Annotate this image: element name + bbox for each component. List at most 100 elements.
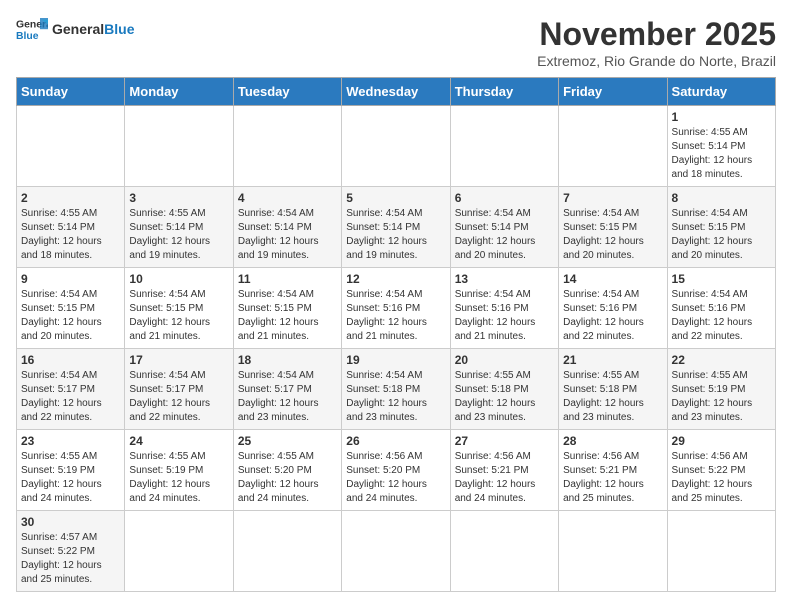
day-info: Sunrise: 4:54 AM Sunset: 5:15 PM Dayligh… [21, 288, 120, 344]
calendar-cell: 23Sunrise: 4:55 AM Sunset: 5:19 PM Dayli… [17, 430, 125, 511]
day-number: 23 [21, 434, 120, 448]
day-number: 22 [672, 353, 771, 367]
calendar-cell: 9Sunrise: 4:54 AM Sunset: 5:15 PM Daylig… [17, 268, 125, 349]
weekday-header-wednesday: Wednesday [342, 78, 450, 106]
day-number: 20 [455, 353, 554, 367]
calendar-cell: 25Sunrise: 4:55 AM Sunset: 5:20 PM Dayli… [233, 430, 341, 511]
calendar-cell: 26 Sunrise: 4:56 AM Sunset: 5:20 PM Dayli… [342, 430, 450, 511]
day-info: Sunrise: 4:56 AM Sunset: 5:22 PM Dayligh… [672, 450, 771, 506]
day-number: 13 [455, 272, 554, 286]
day-number: 19 [346, 353, 445, 367]
calendar-cell: 30 Sunrise: 4:57 AM Sunset: 5:22 PM Dayli… [17, 511, 125, 592]
day-info: Sunrise: 4:55 AM Sunset: 5:19 PM Dayligh… [672, 369, 771, 425]
logo: General Blue GeneralBlue [16, 16, 134, 44]
day-number: 12 [346, 272, 445, 286]
calendar-cell: 6Sunrise: 4:54 AM Sunset: 5:14 PM Daylig… [450, 187, 558, 268]
day-number: 2 [21, 191, 120, 205]
day-number: 8 [672, 191, 771, 205]
day-info: Sunrise: 4:54 AM Sunset: 5:15 PM Dayligh… [563, 207, 662, 263]
calendar-cell: 5 Sunrise: 4:54 AM Sunset: 5:14 PM Daylig… [342, 187, 450, 268]
weekday-header-sunday: Sunday [17, 78, 125, 106]
day-info: Sunrise: 4:55 AM Sunset: 5:20 PM Dayligh… [238, 450, 337, 506]
weekday-header-thursday: Thursday [450, 78, 558, 106]
day-number: 5 [346, 191, 445, 205]
day-number: 11 [238, 272, 337, 286]
day-info: Sunrise: 4:56 AM Sunset: 5:21 PM Dayligh… [455, 450, 554, 506]
weekday-header-friday: Friday [559, 78, 667, 106]
calendar-cell [559, 106, 667, 187]
day-number: 17 [129, 353, 228, 367]
calendar-week-row: 16 Sunrise: 4:54 AM Sunset: 5:17 PM Dayli… [17, 349, 776, 430]
calendar-cell: 17 Sunrise: 4:54 AM Sunset: 5:17 PM Dayli… [125, 349, 233, 430]
day-number: 26 [346, 434, 445, 448]
day-number: 7 [563, 191, 662, 205]
page-header: General Blue GeneralBlue November 2025 E… [16, 16, 776, 69]
day-info: Sunrise: 4:54 AM Sunset: 5:17 PM Dayligh… [238, 369, 337, 425]
day-number: 21 [563, 353, 662, 367]
calendar-cell [450, 511, 558, 592]
day-info: Sunrise: 4:55 AM Sunset: 5:14 PM Dayligh… [21, 207, 120, 263]
day-info: Sunrise: 4:54 AM Sunset: 5:16 PM Dayligh… [563, 288, 662, 344]
day-info: Sunrise: 4:55 AM Sunset: 5:18 PM Dayligh… [563, 369, 662, 425]
calendar-cell: 10 Sunrise: 4:54 AM Sunset: 5:15 PM Dayli… [125, 268, 233, 349]
calendar-week-row: 23Sunrise: 4:55 AM Sunset: 5:19 PM Dayli… [17, 430, 776, 511]
calendar-cell [233, 511, 341, 592]
calendar-cell: 18 Sunrise: 4:54 AM Sunset: 5:17 PM Dayli… [233, 349, 341, 430]
calendar-cell: 1Sunrise: 4:55 AM Sunset: 5:14 PM Daylig… [667, 106, 775, 187]
day-number: 16 [21, 353, 120, 367]
weekday-header-row: SundayMondayTuesdayWednesdayThursdayFrid… [17, 78, 776, 106]
calendar-cell: 8 Sunrise: 4:54 AM Sunset: 5:15 PM Daylig… [667, 187, 775, 268]
day-number: 1 [672, 110, 771, 124]
logo-text: GeneralBlue [52, 22, 134, 37]
calendar-cell [559, 511, 667, 592]
calendar-cell [125, 106, 233, 187]
calendar-cell: 19 Sunrise: 4:54 AM Sunset: 5:18 PM Dayli… [342, 349, 450, 430]
day-info: Sunrise: 4:54 AM Sunset: 5:15 PM Dayligh… [129, 288, 228, 344]
generalblue-icon: General Blue [16, 16, 48, 44]
day-info: Sunrise: 4:54 AM Sunset: 5:14 PM Dayligh… [346, 207, 445, 263]
calendar-cell: 24Sunrise: 4:55 AM Sunset: 5:19 PM Dayli… [125, 430, 233, 511]
day-info: Sunrise: 4:54 AM Sunset: 5:14 PM Dayligh… [238, 207, 337, 263]
day-number: 18 [238, 353, 337, 367]
calendar-cell: 20 Sunrise: 4:55 AM Sunset: 5:18 PM Dayli… [450, 349, 558, 430]
day-number: 4 [238, 191, 337, 205]
calendar-header: November 2025 Extremoz, Rio Grande do No… [537, 16, 776, 69]
day-info: Sunrise: 4:55 AM Sunset: 5:18 PM Dayligh… [455, 369, 554, 425]
calendar-cell: 7 Sunrise: 4:54 AM Sunset: 5:15 PM Daylig… [559, 187, 667, 268]
calendar-subtitle: Extremoz, Rio Grande do Norte, Brazil [537, 53, 776, 69]
day-number: 30 [21, 515, 120, 529]
day-info: Sunrise: 4:54 AM Sunset: 5:15 PM Dayligh… [672, 207, 771, 263]
calendar-cell: 3 Sunrise: 4:55 AM Sunset: 5:14 PM Daylig… [125, 187, 233, 268]
day-number: 3 [129, 191, 228, 205]
day-info: Sunrise: 4:57 AM Sunset: 5:22 PM Dayligh… [21, 531, 120, 587]
day-info: Sunrise: 4:54 AM Sunset: 5:16 PM Dayligh… [455, 288, 554, 344]
calendar-cell [342, 511, 450, 592]
calendar-cell: 27 Sunrise: 4:56 AM Sunset: 5:21 PM Dayli… [450, 430, 558, 511]
day-info: Sunrise: 4:54 AM Sunset: 5:16 PM Dayligh… [672, 288, 771, 344]
calendar-cell: 11Sunrise: 4:54 AM Sunset: 5:15 PM Dayli… [233, 268, 341, 349]
day-info: Sunrise: 4:54 AM Sunset: 5:16 PM Dayligh… [346, 288, 445, 344]
calendar-cell: 28Sunrise: 4:56 AM Sunset: 5:21 PM Dayli… [559, 430, 667, 511]
day-info: Sunrise: 4:55 AM Sunset: 5:14 PM Dayligh… [129, 207, 228, 263]
calendar-cell: 13 Sunrise: 4:54 AM Sunset: 5:16 PM Dayli… [450, 268, 558, 349]
calendar-cell [17, 106, 125, 187]
calendar-cell [667, 511, 775, 592]
day-info: Sunrise: 4:54 AM Sunset: 5:17 PM Dayligh… [129, 369, 228, 425]
day-info: Sunrise: 4:56 AM Sunset: 5:20 PM Dayligh… [346, 450, 445, 506]
calendar-cell [342, 106, 450, 187]
weekday-header-saturday: Saturday [667, 78, 775, 106]
day-info: Sunrise: 4:54 AM Sunset: 5:18 PM Dayligh… [346, 369, 445, 425]
calendar-cell: 12 Sunrise: 4:54 AM Sunset: 5:16 PM Dayli… [342, 268, 450, 349]
calendar-week-row: 30 Sunrise: 4:57 AM Sunset: 5:22 PM Dayli… [17, 511, 776, 592]
day-number: 29 [672, 434, 771, 448]
day-number: 27 [455, 434, 554, 448]
calendar-cell: 4 Sunrise: 4:54 AM Sunset: 5:14 PM Daylig… [233, 187, 341, 268]
svg-text:Blue: Blue [16, 31, 39, 42]
day-number: 10 [129, 272, 228, 286]
calendar-cell: 21 Sunrise: 4:55 AM Sunset: 5:18 PM Dayli… [559, 349, 667, 430]
calendar-cell: 22 Sunrise: 4:55 AM Sunset: 5:19 PM Dayli… [667, 349, 775, 430]
calendar-cell: 15 Sunrise: 4:54 AM Sunset: 5:16 PM Dayli… [667, 268, 775, 349]
calendar-cell: 29 Sunrise: 4:56 AM Sunset: 5:22 PM Dayli… [667, 430, 775, 511]
day-number: 15 [672, 272, 771, 286]
calendar-cell [233, 106, 341, 187]
